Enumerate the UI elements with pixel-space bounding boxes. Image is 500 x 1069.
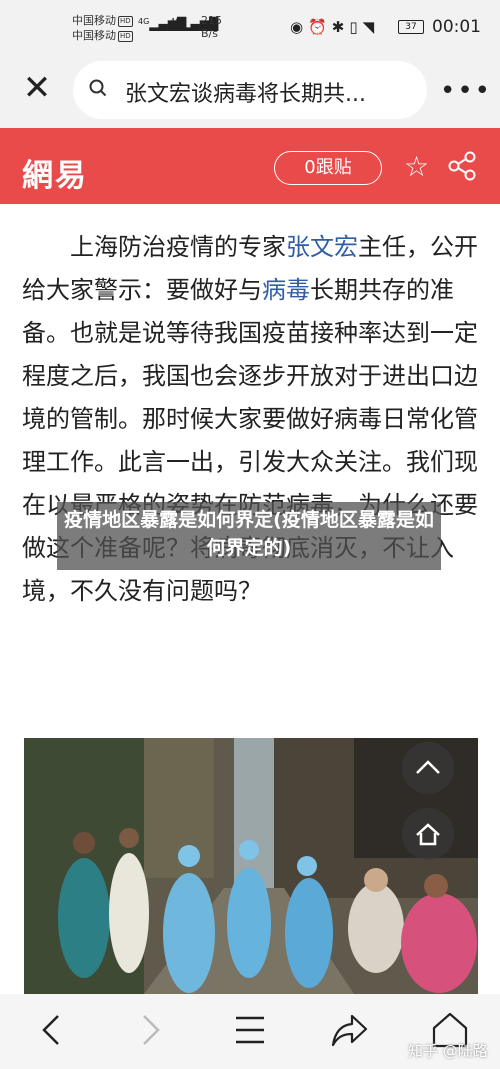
more-icon[interactable]: ••• [440,76,492,106]
alarm-icon: ⏰ [308,18,332,36]
clock: 00:01 [432,17,481,37]
article-photo [24,738,478,994]
link-zhang-wenhong[interactable]: 张文宏 [286,233,358,261]
site-header: 網易 0跟贴 ☆ [0,128,500,204]
close-icon[interactable]: ✕ [20,71,54,105]
link-virus[interactable]: 病毒 [262,276,310,304]
wifi-off-icon: ◥ [362,18,380,36]
carrier-info: 中国移动 HD 中国移动 HD [72,13,133,43]
comments-button[interactable]: 0跟贴 [274,151,382,185]
hd-badge-2: HD [118,30,133,42]
home-button[interactable] [402,808,454,860]
title-overlay: 疫情地区暴露是如何界定(疫情地区暴露是如何界定的) [57,502,441,570]
menu-icon[interactable] [232,1010,268,1050]
battery-icon: 37 [398,20,424,34]
star-icon[interactable]: ☆ [404,150,429,183]
carrier-2: 中国移动 [72,29,116,42]
eye-icon: ◉ [290,18,309,36]
back-icon[interactable] [34,1010,70,1050]
home-icon [416,823,440,846]
hd-badge: HD [118,15,133,27]
forward-icon[interactable] [132,1010,168,1050]
watermark: 知乎 @陆路 [408,1042,488,1060]
carrier-1: 中国移动 [72,14,116,27]
status-icons: ◉⏰✱▯◥ [290,18,379,36]
status-bar: 中国移动 HD 中国移动 HD 4G▂▄▆█ 4G▂▄▆█ 215 B/s ◉⏰✱▯… [0,0,500,58]
search-icon [89,79,107,97]
netease-logo[interactable]: 網易 [22,150,88,195]
scroll-top-button[interactable] [402,742,454,794]
vibrate-icon: ▯ [349,18,363,36]
search-input[interactable]: 张文宏谈病毒将长期共... [73,61,427,119]
share-icon[interactable] [447,151,477,181]
chevron-up-icon [416,760,440,774]
search-query: 张文宏谈病毒将长期共... [125,82,366,107]
search-bar: ✕ 张文宏谈病毒将长期共... ••• [0,58,500,128]
network-speed: 215 B/s [201,14,222,40]
bluetooth-icon: ✱ [331,18,350,36]
share-arrow-icon[interactable] [330,1010,370,1050]
